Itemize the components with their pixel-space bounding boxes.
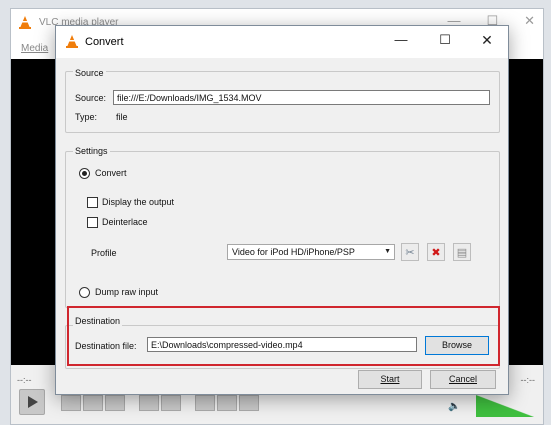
cancel-button[interactable]: Cancel bbox=[430, 370, 496, 389]
destination-file-label: Destination file: bbox=[75, 341, 137, 351]
dialog-title: Convert bbox=[85, 36, 124, 48]
profile-label: Profile bbox=[91, 248, 117, 258]
extended-settings-button[interactable] bbox=[161, 395, 181, 411]
type-label: Type: bbox=[75, 112, 98, 122]
wrench-screwdriver-icon: ✂ bbox=[405, 246, 415, 259]
source-input[interactable]: file:///E:/Downloads/IMG_1534.MOV bbox=[113, 90, 490, 105]
type-value: file bbox=[116, 112, 128, 122]
vlc-cone-icon bbox=[19, 16, 31, 29]
chevron-down-icon: ▼ bbox=[384, 248, 391, 255]
loop-button[interactable] bbox=[217, 395, 237, 411]
maximize-icon[interactable]: ☐ bbox=[430, 32, 460, 48]
start-button[interactable]: Start bbox=[358, 370, 422, 389]
deinterlace-label[interactable]: Deinterlace bbox=[102, 217, 148, 227]
play-button[interactable] bbox=[19, 389, 45, 415]
previous-button[interactable] bbox=[61, 395, 81, 411]
profile-select-value: Video for iPod HD/iPhone/PSP bbox=[232, 247, 355, 257]
next-button[interactable] bbox=[105, 395, 125, 411]
new-profile-button[interactable]: ▤ bbox=[453, 243, 471, 261]
total-time: --:-- bbox=[520, 375, 536, 385]
profile-select[interactable]: Video for iPod HD/iPhone/PSP ▼ bbox=[227, 244, 395, 260]
source-group-title: Source bbox=[73, 68, 106, 78]
settings-group bbox=[65, 151, 500, 308]
destination-file-input[interactable]: E:\Downloads\compressed-video.mp4 bbox=[147, 337, 417, 352]
source-label: Source: bbox=[75, 93, 107, 103]
speaker-icon[interactable]: 🔈 bbox=[448, 401, 460, 412]
convert-dialog: Convert — ☐ ✕ Source Source: file:///E:/… bbox=[55, 25, 509, 395]
delete-icon: ✖ bbox=[431, 246, 441, 259]
vlc-cone-icon bbox=[66, 35, 78, 48]
minimize-icon[interactable]: — bbox=[386, 32, 416, 47]
close-icon[interactable]: ✕ bbox=[524, 13, 535, 29]
elapsed-time: --:-- bbox=[17, 375, 32, 385]
dump-raw-radio[interactable] bbox=[79, 287, 90, 298]
convert-radio[interactable] bbox=[79, 168, 90, 179]
fullscreen-button[interactable] bbox=[139, 395, 159, 411]
new-profile-icon: ▤ bbox=[456, 246, 468, 259]
deinterlace-checkbox[interactable] bbox=[87, 217, 98, 228]
edit-profile-button[interactable]: ✂ bbox=[401, 243, 419, 261]
shuffle-button[interactable] bbox=[239, 395, 259, 411]
browse-button[interactable]: Browse bbox=[425, 336, 489, 355]
destination-group-title: Destination bbox=[73, 316, 123, 326]
convert-radio-label[interactable]: Convert bbox=[95, 168, 127, 178]
volume-slider[interactable] bbox=[476, 395, 534, 417]
menu-media[interactable]: Media bbox=[21, 43, 48, 54]
display-output-label[interactable]: Display the output bbox=[102, 197, 174, 207]
close-icon[interactable]: ✕ bbox=[472, 32, 502, 49]
dialog-titlebar: Convert — ☐ ✕ bbox=[56, 26, 508, 58]
display-output-checkbox[interactable] bbox=[87, 197, 98, 208]
stop-button[interactable] bbox=[83, 395, 103, 411]
delete-profile-button[interactable]: ✖ bbox=[427, 243, 445, 261]
playlist-button[interactable] bbox=[195, 395, 215, 411]
settings-group-title: Settings bbox=[73, 146, 110, 156]
dump-raw-label[interactable]: Dump raw input bbox=[95, 287, 158, 297]
